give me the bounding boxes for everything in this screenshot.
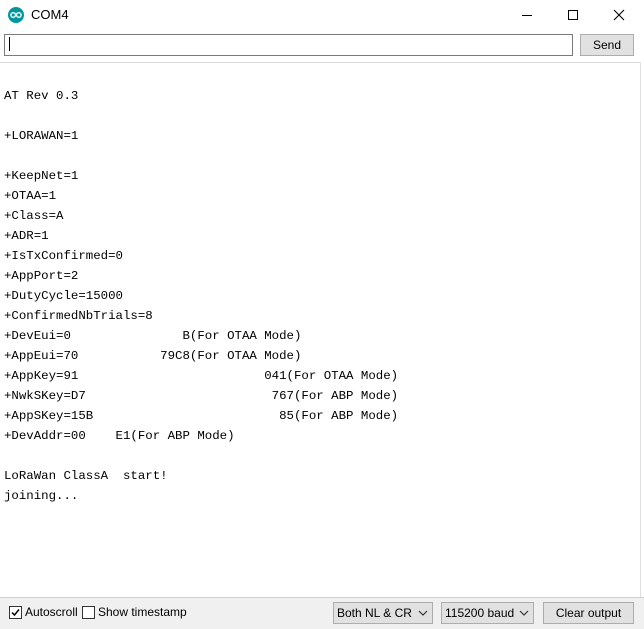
baud-rate-value: 115200 baud bbox=[445, 606, 515, 620]
output-line: +IsTxConfirmed=0 bbox=[4, 249, 123, 263]
checkmark-icon bbox=[11, 609, 20, 617]
output-line: +KeepNet=1 bbox=[4, 169, 79, 183]
chevron-down-icon bbox=[519, 610, 529, 616]
output-line: +Class=A bbox=[4, 209, 64, 223]
serial-output[interactable]: AT Rev 0.3 +LORAWAN=1 +KeepNet=1 +OTAA=1… bbox=[0, 62, 640, 597]
output-line: +ADR=1 bbox=[4, 229, 49, 243]
send-button[interactable]: Send bbox=[580, 34, 634, 56]
arduino-logo-icon bbox=[8, 7, 24, 23]
send-input[interactable] bbox=[4, 34, 573, 56]
close-button[interactable] bbox=[596, 0, 642, 30]
line-ending-select[interactable]: Both NL & CR bbox=[333, 602, 433, 624]
show-timestamp-label[interactable]: Show timestamp bbox=[98, 605, 187, 619]
text-caret bbox=[9, 37, 10, 51]
clear-output-button[interactable]: Clear output bbox=[543, 602, 634, 624]
close-icon bbox=[613, 9, 625, 21]
maximize-button[interactable] bbox=[550, 0, 596, 30]
maximize-icon bbox=[568, 10, 578, 20]
output-line: joining... bbox=[4, 489, 79, 503]
output-line: AT Rev 0.3 bbox=[4, 89, 79, 103]
output-line: +NwkSKey=D7 767(For ABP Mode) bbox=[4, 389, 399, 403]
output-line: +OTAA=1 bbox=[4, 189, 57, 203]
output-line: LoRaWan ClassA start! bbox=[4, 469, 168, 483]
title-bar: COM4 bbox=[0, 0, 644, 30]
output-line: +AppSKey=15B 85(For ABP Mode) bbox=[4, 409, 399, 423]
output-line: +DevEui=0 B(For OTAA Mode) bbox=[4, 329, 302, 343]
output-line: +DutyCycle=15000 bbox=[4, 289, 123, 303]
chevron-down-icon bbox=[418, 610, 428, 616]
output-line: +AppKey=91 041(For OTAA Mode) bbox=[4, 369, 399, 383]
send-toolbar: Send bbox=[0, 30, 644, 62]
output-line: +DevAddr=00 E1(For ABP Mode) bbox=[4, 429, 235, 443]
autoscroll-checkbox[interactable] bbox=[9, 606, 22, 619]
show-timestamp-checkbox[interactable] bbox=[82, 606, 95, 619]
output-scrollbar[interactable] bbox=[640, 62, 644, 597]
baud-rate-select[interactable]: 115200 baud bbox=[441, 602, 534, 624]
output-line: +LORAWAN=1 bbox=[4, 129, 79, 143]
output-line: +ConfirmedNbTrials=8 bbox=[4, 309, 153, 323]
autoscroll-label[interactable]: Autoscroll bbox=[25, 605, 78, 619]
line-ending-value: Both NL & CR bbox=[337, 606, 412, 620]
status-bar: Autoscroll Show timestamp Both NL & CR 1… bbox=[0, 597, 644, 629]
minimize-icon bbox=[522, 15, 532, 16]
output-line: +AppEui=70 79C8(For OTAA Mode) bbox=[4, 349, 302, 363]
minimize-button[interactable] bbox=[504, 0, 550, 30]
output-line: +AppPort=2 bbox=[4, 269, 79, 283]
window-title: COM4 bbox=[31, 7, 69, 22]
